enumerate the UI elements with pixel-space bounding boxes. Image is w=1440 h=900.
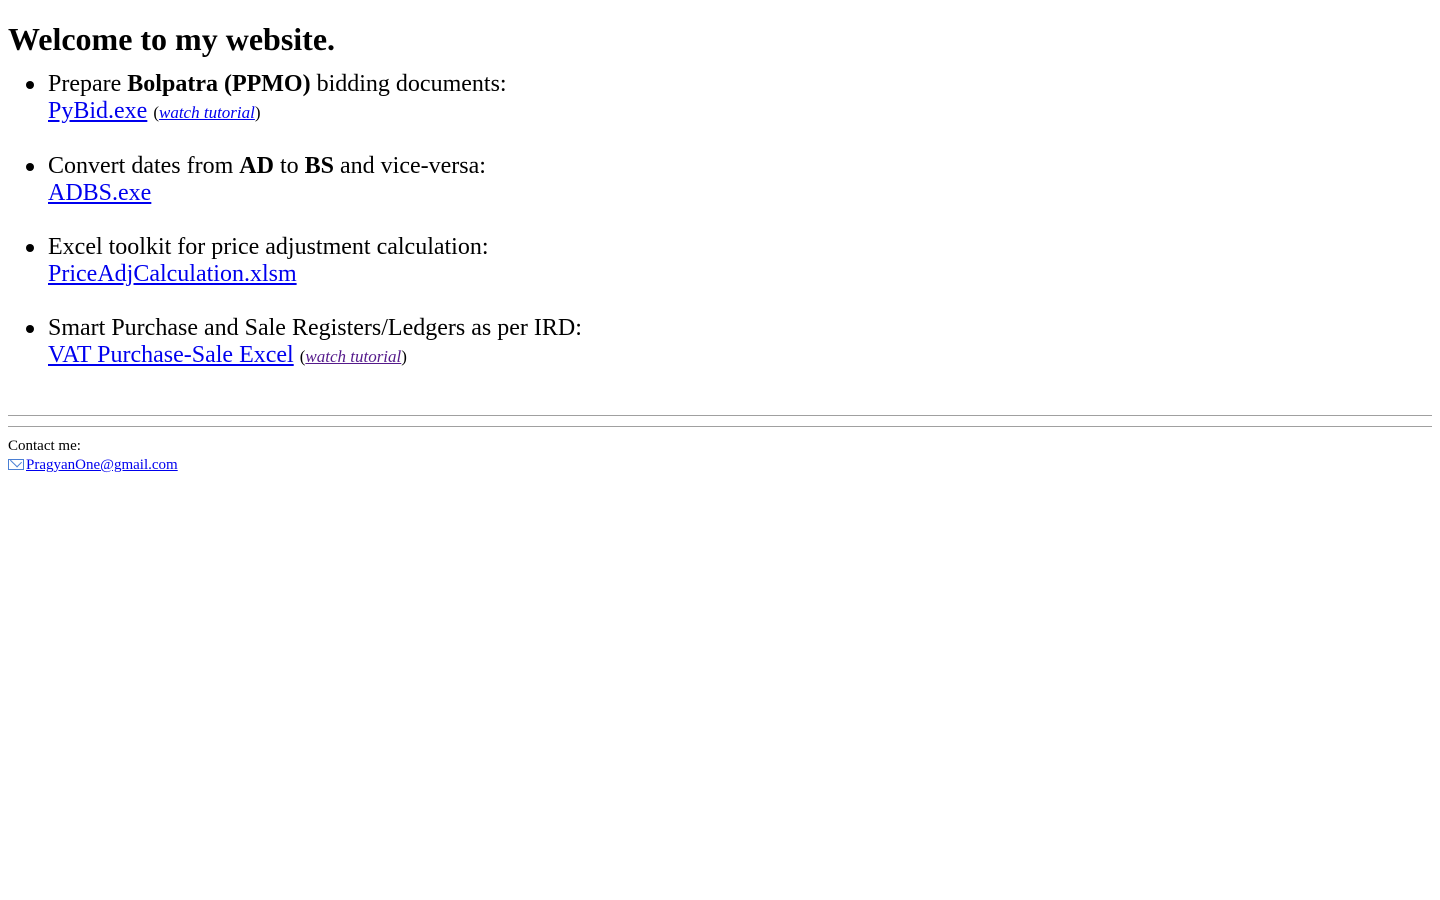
email-icon: [8, 459, 24, 470]
item-text-suffix: and vice-versa:: [334, 153, 486, 179]
item-description: Convert dates from AD to BS and vice-ver…: [48, 153, 1432, 180]
item-links: PriceAdjCalculation.xlsm: [48, 261, 1432, 288]
list-item-adbs: Convert dates from AD to BS and vice-ver…: [8, 153, 1432, 207]
download-link-vat[interactable]: VAT Purchase-Sale Excel: [48, 342, 294, 368]
download-link-priceadj[interactable]: PriceAdjCalculation.xlsm: [48, 261, 297, 287]
item-text-bold-bs: BS: [304, 153, 334, 179]
contact-section: Contact me: PragyanOne@gmail.com: [8, 437, 1432, 475]
bullet-icon: [26, 163, 34, 171]
item-text-prefix: Prepare: [48, 71, 128, 97]
bullet-icon: [26, 325, 34, 333]
paren-close: ): [254, 103, 261, 122]
item-text-bold-ad: AD: [239, 153, 274, 179]
item-text-prefix: Convert dates from: [48, 153, 240, 179]
tutorial-wrapper: (watch tutorial): [153, 103, 260, 122]
list-item-pybid: Prepare Bolpatra (PPMO) bidding document…: [8, 71, 1432, 126]
page: Welcome to my website. Prepare Bolpatra …: [0, 0, 1440, 475]
page-title: Welcome to my website.: [8, 21, 336, 57]
item-description: Prepare Bolpatra (PPMO) bidding document…: [48, 71, 1432, 98]
contact-email-row: PragyanOne@gmail.com: [8, 456, 1432, 475]
tutorial-wrapper: (watch tutorial): [300, 347, 407, 366]
download-link-adbs[interactable]: ADBS.exe: [48, 180, 151, 206]
download-list: Prepare Bolpatra (PPMO) bidding document…: [8, 71, 1432, 370]
item-links: ADBS.exe: [48, 180, 1432, 207]
item-description: Smart Purchase and Sale Registers/Ledger…: [48, 315, 582, 341]
bullet-icon: [26, 244, 34, 252]
item-text-suffix: bidding documents:: [310, 71, 507, 97]
tutorial-link-pybid[interactable]: watch tutorial: [159, 103, 255, 122]
horizontal-divider: [8, 415, 1432, 427]
contact-label: Contact me:: [8, 438, 81, 454]
bullet-icon: [26, 81, 34, 89]
item-text-bold: Bolpatra (PPMO): [127, 71, 311, 97]
paren-close: ): [401, 347, 407, 366]
item-links: PyBid.exe (watch tutorial): [48, 98, 1432, 126]
item-description: Excel toolkit for price adjustment calcu…: [48, 234, 489, 260]
list-item-vat: Smart Purchase and Sale Registers/Ledger…: [8, 315, 1432, 370]
item-text-middle: to: [273, 153, 305, 179]
email-link[interactable]: PragyanOne@gmail.com: [26, 457, 178, 473]
item-links: VAT Purchase-Sale Excel (watch tutorial): [48, 342, 1432, 370]
download-link-pybid[interactable]: PyBid.exe: [48, 98, 147, 124]
list-item-priceadj: Excel toolkit for price adjustment calcu…: [8, 234, 1432, 288]
tutorial-link-vat[interactable]: watch tutorial: [305, 347, 401, 366]
